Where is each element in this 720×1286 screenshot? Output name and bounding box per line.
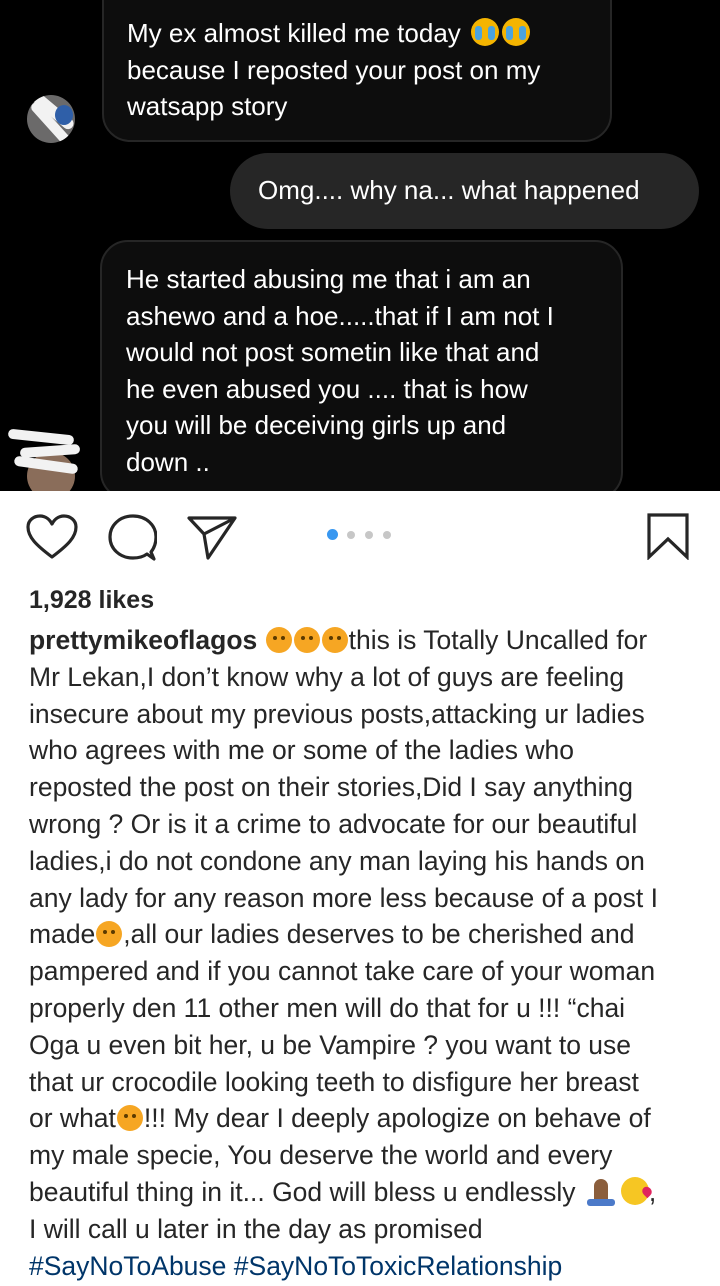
caption-text: this is Totally Uncalled for [348, 625, 648, 655]
caption-line: wrong ? Or is it a crime to advocate for… [29, 808, 638, 839]
sender-avatar [27, 95, 75, 143]
message-line: watsapp story [127, 91, 288, 121]
redaction-scribble [7, 428, 75, 446]
caption-line: made ,all our ladies deserves to be cheri… [29, 916, 709, 953]
caption-text: made [29, 919, 96, 950]
message-line: My ex almost killed me today [127, 15, 588, 52]
caption-text: beautiful thing in it... God will bless … [29, 1176, 576, 1207]
caption-line: pampered and if you cannot take care of … [29, 956, 656, 987]
carousel-dot [365, 531, 373, 539]
message-bubble-incoming: He started abusing me that i am an ashew… [100, 240, 623, 491]
caption-line: #SayNoToAbuse #SayNoToToxicRelationship [29, 1248, 709, 1285]
caption-line: prettymikeoflagos this is Totally Uncall… [29, 622, 709, 659]
bookmark-icon[interactable] [646, 512, 690, 560]
message-line: he even abused you .... that is how [126, 373, 528, 404]
heart-icon[interactable] [26, 514, 78, 560]
caption-line: any lady for any reason more less becaus… [29, 882, 658, 913]
carousel-indicator [327, 529, 397, 541]
crying-face-icon [502, 18, 531, 46]
caption-line: who agrees with me or some of the ladies… [29, 735, 574, 766]
message-line: would not post sometin like that and [126, 337, 540, 367]
caption-line: properly den 11 other men will do that f… [29, 992, 626, 1023]
caption-line: reposted the post on their stories,Did I… [29, 772, 633, 803]
post-caption: prettymikeoflagos this is Totally Uncall… [29, 622, 709, 1284]
message-line: ashewo and a hoe.....that if I am not I [126, 300, 554, 331]
message-line: He started abusing me that i am an [126, 264, 531, 294]
message-text: My ex almost killed me today [127, 18, 461, 48]
persevering-face-icon [116, 1105, 143, 1132]
hashtag-link[interactable]: #SayNoToAbuse [29, 1251, 226, 1281]
chat-screenshot: My ex almost killed me today because I r… [0, 0, 720, 491]
caption-line: insecure about my previous posts,attacki… [29, 698, 645, 729]
caption-line: that ur crocodile looking teeth to disfi… [29, 1066, 639, 1097]
share-icon[interactable] [186, 514, 238, 560]
persevering-face-icon [321, 627, 348, 653]
message-line: down .. [126, 446, 210, 477]
caption-line: or what !!! My dear I deeply apologize on… [29, 1100, 709, 1137]
face-blowing-kiss-icon [620, 1176, 649, 1205]
message-bubble-incoming: My ex almost killed me today because I r… [102, 0, 612, 142]
caption-text: or what [29, 1103, 116, 1134]
carousel-dot-active [327, 529, 338, 540]
comment-icon[interactable] [107, 514, 157, 562]
caption-text: !!! My dear I deeply apologize on behave… [143, 1103, 651, 1134]
message-line: because I reposted your post on my [127, 54, 541, 85]
message-line: Omg.... why na... what happened [258, 175, 640, 205]
caption-line: Oga u even bit her, u be Vampire ? you w… [29, 1029, 632, 1060]
caption-line: ladies,i do not condone any man laying h… [29, 845, 645, 876]
caption-line: my male specie, You deserve the world an… [29, 1140, 613, 1171]
caption-text: ,all our ladies deserves to be cherished… [123, 919, 635, 950]
persevering-face-icon [265, 627, 292, 653]
crying-face-icon [471, 18, 500, 46]
hashtag-link[interactable]: #SayNoToToxicRelationship [234, 1251, 562, 1281]
carousel-dot [383, 531, 391, 539]
persevering-face-icon [293, 627, 320, 653]
message-bubble-outgoing: Omg.... why na... what happened [230, 153, 699, 229]
redaction-scribble [19, 443, 81, 459]
persevering-face-icon [96, 921, 123, 948]
message-line: you will be deceiving girls up and [126, 410, 507, 440]
folded-hands-icon [585, 1177, 617, 1207]
caption-line: beautiful thing in it... God will bless … [29, 1174, 709, 1211]
caption-line: I will call u later in the day as promis… [29, 1213, 483, 1244]
carousel-dot [347, 531, 355, 539]
username-link[interactable]: prettymikeoflagos [29, 625, 257, 655]
caption-line: Mr Lekan,I don’t know why a lot of guys … [29, 661, 625, 692]
likes-count[interactable]: 1,928 likes [29, 584, 154, 616]
